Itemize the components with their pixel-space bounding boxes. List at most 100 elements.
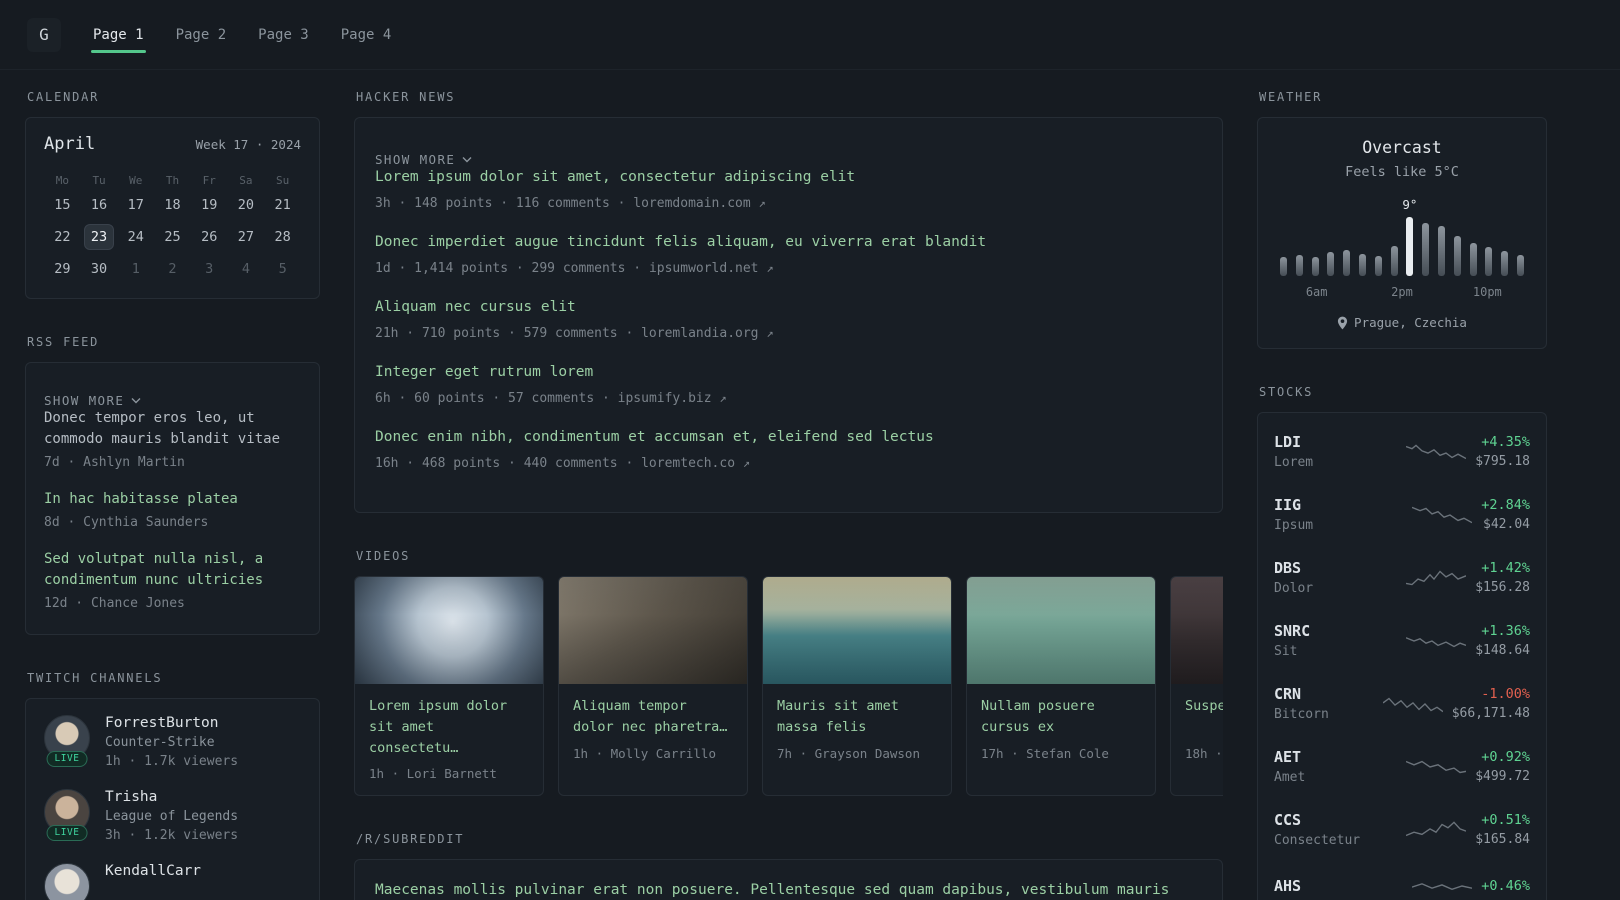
left-column: CALENDAR April Week 17 · 2024 Mo Tu We T… xyxy=(25,90,320,900)
stock-change: +2.84% xyxy=(1481,497,1530,513)
stock-symbol: IIG xyxy=(1274,496,1302,514)
hn-item: Aliquam nec cursus elit 21h · 710 points… xyxy=(375,297,1202,343)
right-column: WEATHER Overcast Feels like 5°C 9° 6am 2… xyxy=(1257,90,1547,900)
hn-item-title[interactable]: Lorem ipsum dolor sit amet, consectetur … xyxy=(375,167,1202,189)
hn-item-title[interactable]: Donec imperdiet augue tincidunt felis al… xyxy=(375,232,1202,254)
page-tabs: Page 1 Page 2 Page 3 Page 4 xyxy=(91,0,393,69)
video-thumbnail[interactable] xyxy=(967,576,1155,684)
channel-name: KendallCarr xyxy=(105,862,202,879)
hn-show-more-button[interactable]: SHOW MORE xyxy=(375,152,472,167)
stock-row[interactable]: AET Amet +0.92% $499.72 xyxy=(1274,735,1530,798)
hn-item-domain[interactable]: loremtech.co ↗ xyxy=(641,456,750,471)
stock-price: $156.28 xyxy=(1475,580,1530,595)
subreddit-post-title[interactable]: Maecenas mollis pulvinar erat non posuer… xyxy=(375,880,1202,900)
rss-item-title[interactable]: Sed volutpat nulla nisl, a condimentum n… xyxy=(44,549,301,591)
weather-bar xyxy=(1422,222,1430,276)
stock-row[interactable]: IIG Ipsum +2.84% $42.04 xyxy=(1274,483,1530,546)
video-row: Lorem ipsum dolor sit amet consectetu… 1… xyxy=(354,575,1223,797)
weather-bar xyxy=(1295,254,1303,276)
calendar-day: 17 xyxy=(127,197,144,213)
video-title[interactable]: Aliquam tempor dolor nec pharetra… xyxy=(573,696,733,738)
app-logo[interactable]: G xyxy=(27,17,61,52)
video-card[interactable]: Aliquam tempor dolor nec pharetra… 1h · … xyxy=(558,575,748,797)
rss-item-title[interactable]: In hac habitasse platea xyxy=(44,489,301,510)
video-card[interactable]: Lorem ipsum dolor sit amet consectetu… 1… xyxy=(354,575,544,797)
stock-row[interactable]: SNRC Sit +1.36% $148.64 xyxy=(1274,609,1530,672)
hn-domain-label: loremdomain.com xyxy=(633,195,751,211)
rss-item-title[interactable]: Donec tempor eros leo, ut commodo mauris… xyxy=(44,408,301,450)
hacker-news-section-title: HACKER NEWS xyxy=(356,90,456,104)
stock-price: $66,171.48 xyxy=(1451,706,1530,721)
twitch-channel[interactable]: KendallCarr xyxy=(44,862,301,900)
video-thumbnail[interactable] xyxy=(559,576,747,684)
rss-item: Sed volutpat nulla nisl, a condimentum n… xyxy=(44,549,301,613)
calendar-day: 18 xyxy=(164,197,181,213)
channel-avatar: LIVE xyxy=(44,714,90,767)
stock-change: +0.51% xyxy=(1481,812,1530,828)
video-thumbnail[interactable] xyxy=(1171,576,1223,684)
hn-item-domain[interactable]: loremdomain.com ↗ xyxy=(633,196,765,211)
rss-show-more-label: SHOW MORE xyxy=(44,393,125,408)
hn-item-domain[interactable]: ipsumify.biz ↗ xyxy=(618,391,727,406)
page-tab[interactable]: Page 3 xyxy=(256,21,311,49)
video-thumbnail[interactable] xyxy=(355,576,543,684)
video-meta: 17h · Stefan Cole xyxy=(981,745,1109,761)
page-tab[interactable]: Page 4 xyxy=(339,21,394,49)
twitch-channel[interactable]: LIVE ForrestBurton Counter-Strike 1h · 1… xyxy=(44,714,301,769)
hn-item: Donec imperdiet augue tincidunt felis al… xyxy=(375,232,1202,278)
external-link-icon: ↗ xyxy=(719,390,727,405)
video-card[interactable]: Suspendisse diam 18h · Tara xyxy=(1170,575,1223,797)
hn-item-stats: 16h · 468 points · 440 comments · xyxy=(375,455,642,471)
videos-widget: VIDEOS Lorem ipsum dolor sit amet consec… xyxy=(354,549,1223,797)
hn-item-title[interactable]: Aliquam nec cursus elit xyxy=(375,297,1202,319)
channel-viewers: 3h · 1.2k viewers xyxy=(105,827,239,843)
stock-sparkline xyxy=(1382,697,1443,712)
stock-row[interactable]: LDI Lorem +4.35% $795.18 xyxy=(1274,420,1530,483)
twitch-channel[interactable]: LIVE Trisha League of Legends 3h · 1.2k … xyxy=(44,788,301,843)
stock-name: Ipsum xyxy=(1274,518,1314,533)
stock-price: $148.64 xyxy=(1475,643,1530,658)
stock-change: -1.00% xyxy=(1481,686,1530,702)
stock-row[interactable]: AHS +0.46% xyxy=(1274,861,1530,900)
calendar-day: 30 xyxy=(90,261,108,277)
stock-row[interactable]: CRN Bitcorn -1.00% $66,171.48 xyxy=(1274,672,1530,735)
video-thumbnail[interactable] xyxy=(763,576,951,684)
hn-item-domain[interactable]: loremlandia.org ↗ xyxy=(641,326,773,341)
hn-item-title[interactable]: Donec enim nibh, condimentum et accumsan… xyxy=(375,427,1202,449)
calendar-day: 2 xyxy=(168,261,177,277)
hn-item-stats: 6h · 60 points · 57 comments · xyxy=(375,390,618,406)
rss-show-more-button[interactable]: SHOW MORE xyxy=(44,393,141,408)
subreddit-widget: /R/SUBREDDIT Maecenas mollis pulvinar er… xyxy=(354,832,1223,900)
stock-change: +4.35% xyxy=(1481,434,1530,450)
stock-change: +1.42% xyxy=(1481,560,1530,576)
hn-item-domain[interactable]: ipsumworld.net ↗ xyxy=(649,261,774,276)
weather-bar xyxy=(1327,252,1335,276)
channel-info: ForrestBurton Counter-Strike 1h · 1.7k v… xyxy=(105,715,238,769)
calendar-day-header: Su xyxy=(276,174,290,187)
calendar-day: 28 xyxy=(274,229,291,245)
center-column: HACKER NEWS SHOW MORE Lorem ipsum dolor … xyxy=(354,90,1223,900)
video-card[interactable]: Nullam posuere cursus ex 17h · Stefan Co… xyxy=(966,575,1156,797)
calendar-day-headers: Mo Tu We Th Fr Sa Su xyxy=(44,170,301,192)
stock-symbol: AHS xyxy=(1274,877,1302,895)
video-title[interactable]: Nullam posuere cursus ex xyxy=(981,696,1141,738)
page-tab[interactable]: Page 2 xyxy=(174,21,229,49)
video-info: Suspendisse diam 18h · Tara xyxy=(1171,684,1223,775)
calendar-day: 22 xyxy=(54,229,71,245)
page-tab[interactable]: Page 1 xyxy=(91,21,146,53)
calendar-day: 27 xyxy=(237,229,255,245)
stock-row[interactable]: DBS Dolor +1.42% $156.28 xyxy=(1274,546,1530,609)
video-title[interactable]: Lorem ipsum dolor sit amet consectetu… xyxy=(369,696,529,759)
video-title[interactable]: Mauris sit amet massa felis xyxy=(777,696,937,738)
twitch-section-title: TWITCH CHANNELS xyxy=(27,670,163,685)
hn-item-meta: 16h · 468 points · 440 comments · loremt… xyxy=(375,455,1202,473)
hn-item-title[interactable]: Integer eget rutrum lorem xyxy=(375,362,1202,384)
calendar-day-header: Th xyxy=(165,174,180,187)
external-link-icon: ↗ xyxy=(766,260,774,275)
video-title[interactable]: Suspendisse diam xyxy=(1185,696,1223,738)
video-card[interactable]: Mauris sit amet massa felis 7h · Grayson… xyxy=(762,575,952,797)
weather-bar xyxy=(1311,257,1319,276)
weather-bar xyxy=(1437,226,1445,276)
stock-row[interactable]: CCS Consectetur +0.51% $165.84 xyxy=(1274,798,1530,861)
calendar-day-header: We xyxy=(129,174,143,187)
